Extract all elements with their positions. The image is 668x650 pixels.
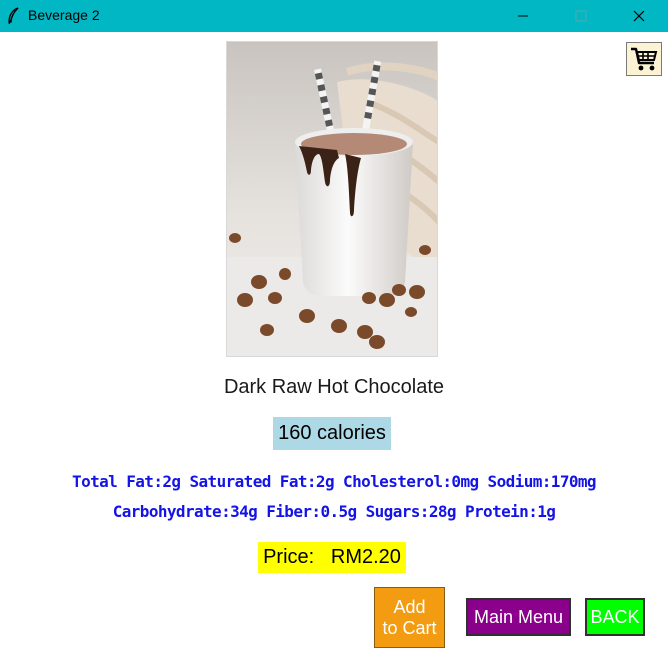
back-button[interactable]: BACK [585,598,645,636]
calories-label: 160 calories [273,417,391,450]
product-image [226,41,438,357]
nutrition-line-1: Total Fat:2g Saturated Fat:2g Cholestero… [72,472,597,491]
close-icon [633,10,645,22]
maximize-button[interactable] [558,0,604,32]
window-title: Beverage 2 [28,7,100,23]
title-bar: Beverage 2 [0,0,668,32]
shopping-cart-icon [631,47,658,71]
add-to-cart-button[interactable]: Add to Cart [374,587,445,648]
nutrition-line-2: Carbohydrate:34g Fiber:0.5g Sugars:28g P… [112,502,556,521]
maximize-icon [575,10,587,22]
add-to-cart-label-line2: to Cart [382,618,437,638]
main-menu-button[interactable]: Main Menu [466,598,571,636]
close-button[interactable] [616,0,662,32]
price-label: Price: RM2.20 [258,542,406,573]
feather-icon [6,7,22,25]
minimize-icon [518,15,528,17]
cart-button[interactable] [626,42,662,76]
minimize-button[interactable] [500,0,546,32]
add-to-cart-label-line1: Add [393,597,426,617]
product-name: Dark Raw Hot Chocolate [223,376,445,398]
